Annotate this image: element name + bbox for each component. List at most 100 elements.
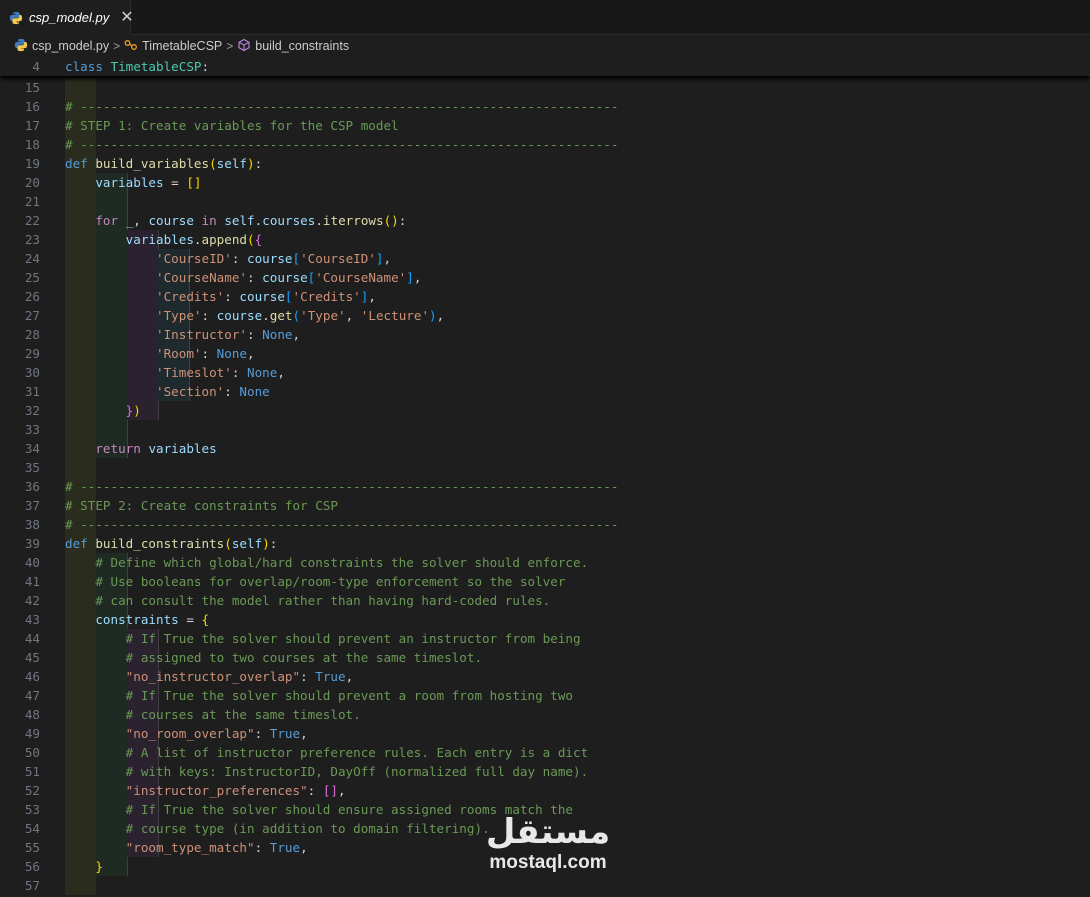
close-icon[interactable]: ✕ [120, 9, 133, 26]
line-number: 51 [24, 764, 40, 779]
code-line[interactable]: 39 def build_constraints(self): [0, 534, 1090, 553]
code-line[interactable]: 24 'CourseID': course['CourseID'], [0, 249, 1090, 268]
code-token: # --------------------------------------… [65, 479, 619, 494]
code-token: : [224, 384, 240, 399]
tab-csp-model[interactable]: csp_model.py ✕ [0, 0, 134, 35]
code-line[interactable]: 50 # A list of instructor preference rul… [0, 743, 1090, 762]
line-number: 52 [24, 783, 40, 798]
code-line[interactable]: 48 # courses at the same timeslot. [0, 705, 1090, 724]
code-token: 'CourseName' [156, 270, 247, 285]
line-number: 26 [24, 289, 40, 304]
code-line[interactable]: 37 # STEP 2: Create constraints for CSP [0, 496, 1090, 515]
code-line[interactable]: 31 'Section': None [0, 382, 1090, 401]
indent-band [65, 192, 96, 211]
code-text: # A list of instructor preference rules.… [65, 743, 589, 762]
code-line[interactable]: 40 # Define which global/hard constraint… [0, 553, 1090, 572]
code-line[interactable]: 23 variables.append({ [0, 230, 1090, 249]
code-token: , [413, 270, 422, 285]
code-line[interactable]: 17 # STEP 1: Create variables for the CSP… [0, 116, 1090, 135]
code-token: ( [224, 536, 232, 551]
code-token: None [262, 327, 293, 342]
line-number: 35 [24, 460, 40, 475]
code-line[interactable]: 45 # assigned to two courses at the same… [0, 648, 1090, 667]
sticky-scroll-header[interactable]: 4 class TimetableCSP: [0, 57, 1090, 76]
code-line[interactable]: 41 # Use booleans for overlap/room-type … [0, 572, 1090, 591]
line-number: 45 [24, 650, 40, 665]
breadcrumb-method[interactable]: build_constraints [237, 38, 349, 55]
code-token: # If True the solver should prevent an i… [125, 631, 581, 646]
code-line[interactable]: 28 'Instructor': None, [0, 325, 1090, 344]
code-line[interactable]: 36 # ------------------------------------… [0, 477, 1090, 496]
code-line[interactable]: 15 [0, 78, 1090, 97]
code-line[interactable]: 18 # ------------------------------------… [0, 135, 1090, 154]
tab-label: csp_model.py [29, 10, 110, 25]
line-number: 17 [24, 118, 40, 133]
code-line[interactable]: 22 for _, course in self.courses.iterrow… [0, 211, 1090, 230]
code-line[interactable]: 38 # ------------------------------------… [0, 515, 1090, 534]
code-token: , [133, 213, 149, 228]
code-line[interactable]: 26 'Credits': course['Credits'], [0, 287, 1090, 306]
code-line[interactable]: 33 [0, 420, 1090, 439]
code-token: self [216, 156, 248, 171]
code-text: # Use booleans for overlap/room-type enf… [65, 572, 565, 591]
code-line[interactable]: 16 # ------------------------------------… [0, 97, 1090, 116]
code-token: course [216, 308, 263, 323]
code-line[interactable]: 47 # If True the solver should prevent a… [0, 686, 1090, 705]
code-line[interactable]: 20 variables = [] [0, 173, 1090, 192]
code-token: self [224, 213, 255, 228]
code-text: for _, course in self.courses.iterrows()… [65, 211, 406, 230]
code-text: # --------------------------------------… [65, 477, 619, 496]
code-line[interactable]: 34 return variables [0, 439, 1090, 458]
code-token: # courses at the same timeslot. [125, 707, 361, 722]
code-line[interactable]: 51 # with keys: InstructorID, DayOff (no… [0, 762, 1090, 781]
editor-tab-bar: csp_model.py ✕ [0, 0, 1090, 35]
breadcrumb-class[interactable]: TimetableCSP [124, 39, 222, 54]
code-line[interactable]: 32 }) [0, 401, 1090, 420]
code-text: 'Section': None [65, 382, 270, 401]
code-line[interactable]: 44 # If True the solver should prevent a… [0, 629, 1090, 648]
line-number: 4 [32, 59, 40, 74]
code-text: # STEP 2: Create constraints for CSP [65, 496, 338, 515]
code-token: ) [262, 536, 270, 551]
code-token: , [292, 327, 301, 342]
indent-band [65, 876, 96, 895]
code-line[interactable]: 35 [0, 458, 1090, 477]
code-token: # --------------------------------------… [65, 517, 619, 532]
code-text: # with keys: InstructorID, DayOff (norma… [65, 762, 589, 781]
code-line[interactable]: 42 # can consult the model rather than h… [0, 591, 1090, 610]
code-line[interactable]: 43 constraints = { [0, 610, 1090, 629]
code-line[interactable]: 49 "no_room_overlap": True, [0, 724, 1090, 743]
line-number: 19 [24, 156, 40, 171]
code-line[interactable]: 46 "no_instructor_overlap": True, [0, 667, 1090, 686]
code-token: [ [292, 251, 301, 266]
code-token: : [254, 840, 270, 855]
code-line[interactable]: 19 def build_variables(self): [0, 154, 1090, 173]
code-token: , [300, 726, 308, 741]
code-token: : [247, 270, 263, 285]
code-editor[interactable]: 15 16 # ----------------------------------… [0, 78, 1090, 897]
code-token: ] [375, 251, 384, 266]
code-line[interactable]: 27 'Type': course.get('Type', 'Lecture')… [0, 306, 1090, 325]
code-line[interactable]: 21 [0, 192, 1090, 211]
code-line[interactable]: 30 'Timeslot': None, [0, 363, 1090, 382]
indent-guide [127, 857, 128, 876]
code-token: ) [429, 308, 437, 323]
breadcrumb-file[interactable]: csp_model.py [14, 38, 109, 55]
code-line[interactable]: 52 "instructor_preferences": [], [0, 781, 1090, 800]
code-token: ( [247, 232, 255, 247]
code-line[interactable]: 25 'CourseName': course['CourseName'], [0, 268, 1090, 287]
code-token: ) [247, 156, 255, 171]
code-line[interactable]: 29 'Room': None, [0, 344, 1090, 363]
code-token: , [277, 365, 285, 380]
